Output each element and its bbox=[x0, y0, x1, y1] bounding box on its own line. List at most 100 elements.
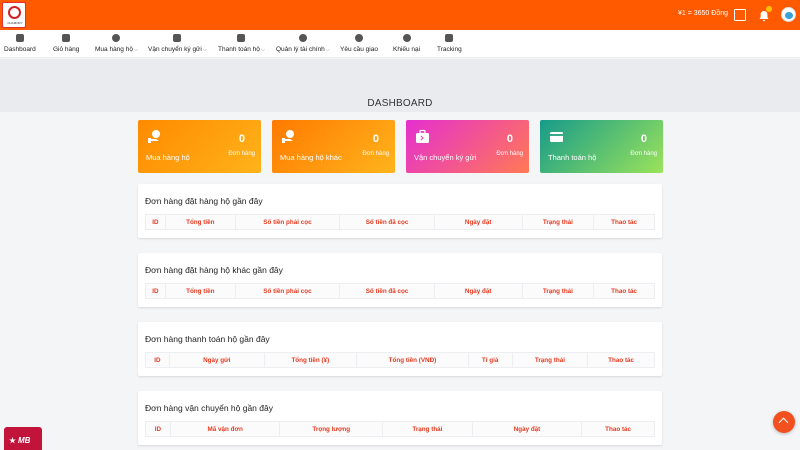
notification-badge bbox=[766, 6, 772, 12]
nav-label: Mua hàng hộ bbox=[95, 46, 133, 53]
card-label: Vận chuyển ký gửi bbox=[414, 153, 477, 162]
column-header: Tổng tiền (VNĐ) bbox=[357, 353, 469, 367]
logo[interactable]: CHAMORY bbox=[2, 2, 26, 28]
info-icon bbox=[354, 34, 363, 42]
panel-recent-shipping-orders: Đơn hàng vận chuyển hộ gần đây ID Mã vận… bbox=[138, 391, 662, 445]
panel-title: Đơn hàng thanh toán hộ gần đây bbox=[145, 334, 270, 344]
nav-item-dashboard[interactable]: Dashboard bbox=[4, 34, 36, 53]
column-header: Trạng thái bbox=[383, 422, 473, 436]
chevron-down-icon: ⌵ bbox=[202, 47, 207, 53]
column-header: Số tiền đã cọc bbox=[340, 284, 435, 298]
stat-card-pay-for-me[interactable]: 0 Đơn hàng Thanh toán hộ bbox=[540, 120, 663, 173]
column-header: ID bbox=[146, 422, 171, 436]
column-header: Tổng tiền bbox=[166, 215, 236, 229]
nav-item-pay-for-me[interactable]: Thanh toán hộ⌵ bbox=[218, 34, 265, 53]
briefcase-icon bbox=[416, 129, 429, 143]
panel-recent-buy-other-orders: Đơn hàng đặt hàng hộ khác gần đây ID Tổn… bbox=[138, 253, 662, 307]
logo-mark-icon bbox=[8, 6, 21, 19]
column-header: Mã vận đơn bbox=[171, 422, 281, 436]
table-header: ID Mã vận đơn Trọng lượng Trạng thái Ngà… bbox=[145, 421, 655, 437]
user-bag-icon bbox=[112, 34, 121, 42]
nav-label: Tracking bbox=[437, 46, 462, 53]
fullscreen-icon[interactable] bbox=[734, 9, 746, 21]
panel-title: Đơn hàng đặt hàng hộ gần đây bbox=[145, 196, 263, 206]
stat-card-buy-for-me-other[interactable]: 0 Đơn hàng Mua hàng hộ khác bbox=[272, 120, 395, 173]
column-header: Ngày gửi bbox=[170, 353, 265, 367]
column-header: Ngày đặt bbox=[435, 284, 523, 298]
grid-icon bbox=[15, 34, 24, 42]
chevron-down-icon: ⌵ bbox=[260, 47, 265, 53]
card-label: Thanh toán hộ bbox=[548, 153, 597, 162]
column-header: Thao tác bbox=[611, 287, 638, 295]
nav-label: Vận chuyển ký gửi bbox=[148, 46, 202, 53]
dollar-icon bbox=[298, 34, 307, 42]
card-label: Mua hàng hộ bbox=[146, 153, 190, 162]
nav-item-tracking[interactable]: Tracking bbox=[437, 34, 462, 53]
nav-label: Quản lý tài chính bbox=[276, 46, 325, 53]
credit-card-icon bbox=[550, 132, 563, 142]
column-header: Ngày đặt bbox=[435, 215, 523, 229]
column-header: ID bbox=[146, 284, 166, 298]
logo-text: CHAMORY bbox=[7, 21, 23, 25]
chevron-down-icon: ⌵ bbox=[133, 47, 138, 53]
column-header: Số tiền phải cọc bbox=[236, 215, 341, 229]
nav-label: Khiếu nại bbox=[393, 46, 421, 53]
mb-label: MB bbox=[18, 436, 31, 445]
exchange-rate: ¥1 = 3650 Đồng bbox=[677, 10, 728, 17]
card-label: Mua hàng hộ khác bbox=[280, 153, 342, 162]
column-header: Số tiền đã cọc bbox=[340, 215, 435, 229]
hand-box-icon bbox=[148, 130, 160, 143]
credit-card-icon bbox=[237, 34, 246, 42]
nav-item-consignment[interactable]: Vận chuyển ký gửi⌵ bbox=[148, 34, 207, 53]
nav-item-delivery-request[interactable]: Yêu cầu giao bbox=[340, 34, 378, 53]
table-header: ID Ngày gửi Tổng tiền (¥) Tổng tiền (VNĐ… bbox=[145, 352, 655, 368]
card-unit: Đơn hàng bbox=[630, 151, 657, 157]
column-header: Tỉ giá bbox=[469, 353, 513, 367]
alert-icon bbox=[402, 34, 411, 42]
page-title: DASHBOARD bbox=[367, 98, 433, 109]
nav-item-buy-for-me[interactable]: Mua hàng hộ⌵ bbox=[95, 34, 138, 53]
card-count: 0 bbox=[640, 133, 647, 145]
column-header: ID bbox=[146, 353, 170, 367]
scroll-to-top-button[interactable] bbox=[773, 411, 795, 433]
nav-item-complaint[interactable]: Khiếu nại bbox=[393, 34, 420, 53]
table-header: ID Tổng tiền Số tiền phải cọc Số tiền đã… bbox=[145, 283, 655, 299]
hand-box-icon bbox=[282, 130, 294, 143]
stat-card-consignment[interactable]: 0 Đơn hàng Vận chuyển ký gửi bbox=[406, 120, 529, 173]
card-count: 0 bbox=[506, 133, 513, 145]
column-header: Thao tác bbox=[611, 218, 638, 226]
nav-label: Yêu cầu giao bbox=[340, 46, 378, 53]
column-header: Tổng tiền (¥) bbox=[265, 353, 358, 367]
column-header: ID bbox=[146, 215, 166, 229]
column-header: Số tiền phải cọc bbox=[236, 284, 341, 298]
card-count: 0 bbox=[372, 133, 379, 145]
nav-item-cart[interactable]: Giỏ hàng bbox=[53, 34, 79, 53]
column-header: Trọng lượng bbox=[280, 422, 384, 436]
column-header: Trạng thái bbox=[523, 215, 595, 229]
stat-card-buy-for-me[interactable]: 0 Đơn hàng Mua hàng hộ bbox=[138, 120, 261, 173]
panel-title: Đơn hàng đặt hàng hộ khác gần đây bbox=[145, 265, 283, 275]
nav-label: Thanh toán hộ bbox=[218, 46, 260, 53]
column-header: Tổng tiền bbox=[166, 284, 236, 298]
mb-bank-badge[interactable]: MB bbox=[4, 427, 42, 450]
nav-item-finance[interactable]: Quản lý tài chính⌵ bbox=[276, 34, 330, 53]
column-header: Trạng thái bbox=[523, 284, 595, 298]
nav-label: Dashboard bbox=[4, 46, 36, 53]
table-header: ID Tổng tiền Số tiền phải cọc Số tiền đã… bbox=[145, 214, 655, 230]
card-unit: Đơn hàng bbox=[228, 151, 255, 157]
chevron-down-icon: ⌵ bbox=[325, 47, 330, 53]
cart-icon bbox=[62, 34, 71, 42]
panel-title: Đơn hàng vận chuyển hộ gần đây bbox=[145, 403, 273, 413]
nav-label: Giỏ hàng bbox=[53, 46, 80, 53]
top-bar: CHAMORY ¥1 = 3650 Đồng bbox=[0, 0, 800, 30]
avatar[interactable] bbox=[781, 7, 796, 22]
briefcase-icon bbox=[173, 34, 182, 42]
panel-recent-payment-orders: Đơn hàng thanh toán hộ gần đây ID Ngày g… bbox=[138, 322, 662, 376]
card-count: 0 bbox=[238, 133, 245, 145]
truck-icon bbox=[445, 34, 454, 42]
main-nav: Dashboard Giỏ hàng Mua hàng hộ⌵ Vận chuy… bbox=[0, 30, 800, 58]
column-header: Thao tác bbox=[605, 425, 632, 433]
card-unit: Đơn hàng bbox=[362, 151, 389, 157]
panel-recent-buy-orders: Đơn hàng đặt hàng hộ gần đây ID Tổng tiề… bbox=[138, 184, 662, 238]
card-unit: Đơn hàng bbox=[496, 151, 523, 157]
